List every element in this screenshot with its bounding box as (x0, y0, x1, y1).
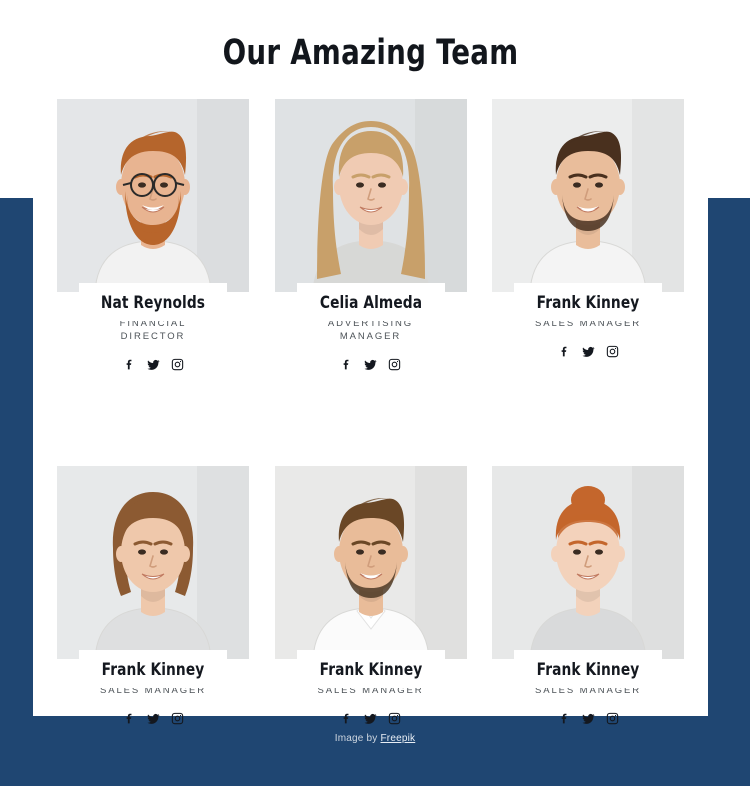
team-member-card: Frank Kinney SALES MANAGER (492, 99, 684, 417)
member-meta: FINANCIAL DIRECTOR (57, 317, 249, 371)
member-photo (57, 99, 249, 292)
twitter-icon[interactable] (582, 345, 595, 358)
instagram-icon[interactable] (388, 358, 401, 371)
team-row: Nat Reynolds FINANCIAL DIRECTOR Celia Almed… (57, 99, 684, 430)
twitter-icon[interactable] (364, 712, 377, 725)
member-photo (274, 99, 467, 292)
member-nameplate: Frank Kinney (514, 283, 662, 321)
member-meta: SALES MANAGER (57, 684, 249, 725)
social-links (275, 358, 467, 371)
member-meta: SALES MANAGER (492, 317, 684, 358)
twitter-icon[interactable] (582, 712, 595, 725)
page-title: Our Amazing Team (222, 33, 519, 73)
instagram-icon[interactable] (388, 712, 401, 725)
twitter-icon[interactable] (147, 712, 160, 725)
image-credit: Image by Freepik (0, 733, 750, 744)
facebook-icon[interactable] (558, 345, 571, 358)
member-nameplate: Nat Reynolds (79, 283, 227, 321)
member-name: Celia Almeda (319, 293, 422, 313)
instagram-icon[interactable] (606, 345, 619, 358)
member-nameplate: Celia Almeda (296, 283, 445, 321)
twitter-icon[interactable] (147, 358, 160, 371)
social-links (57, 712, 249, 725)
twitter-icon[interactable] (364, 358, 377, 371)
member-name: Frank Kinney (101, 660, 205, 680)
content-sheet: Our Amazing Team Nat Reynolds FINANCIAL DI… (33, 0, 708, 725)
social-links (275, 712, 467, 725)
member-name: Frank Kinney (536, 293, 640, 313)
member-name: Frank Kinney (536, 660, 640, 680)
social-links (492, 712, 684, 725)
member-nameplate: Frank Kinney (79, 650, 227, 688)
instagram-icon[interactable] (171, 712, 184, 725)
facebook-icon[interactable] (340, 358, 353, 371)
team-grid: Nat Reynolds FINANCIAL DIRECTOR Celia Almed… (57, 99, 684, 784)
member-name: Frank Kinney (319, 660, 422, 680)
instagram-icon[interactable] (606, 712, 619, 725)
member-photo (492, 466, 684, 659)
social-links (492, 345, 684, 358)
member-photo (492, 99, 684, 292)
facebook-icon[interactable] (123, 358, 136, 371)
member-meta: SALES MANAGER (275, 684, 467, 725)
team-member-card: Nat Reynolds FINANCIAL DIRECTOR (57, 99, 249, 430)
member-photo (57, 466, 249, 659)
facebook-icon[interactable] (558, 712, 571, 725)
member-nameplate: Frank Kinney (514, 650, 662, 688)
member-meta: ADVERTISING MANAGER (275, 317, 467, 371)
freepik-link[interactable]: Freepik (380, 733, 415, 744)
credit-prefix: Image by (334, 733, 381, 744)
social-links (57, 358, 249, 371)
member-name: Nat Reynolds (100, 293, 206, 313)
instagram-icon[interactable] (171, 358, 184, 371)
team-member-card: Celia Almeda ADVERTISING MANAGER (274, 99, 467, 430)
member-meta: SALES MANAGER (492, 684, 684, 725)
facebook-icon[interactable] (123, 712, 136, 725)
member-nameplate: Frank Kinney (296, 650, 445, 688)
member-photo (274, 466, 467, 659)
facebook-icon[interactable] (340, 712, 353, 725)
